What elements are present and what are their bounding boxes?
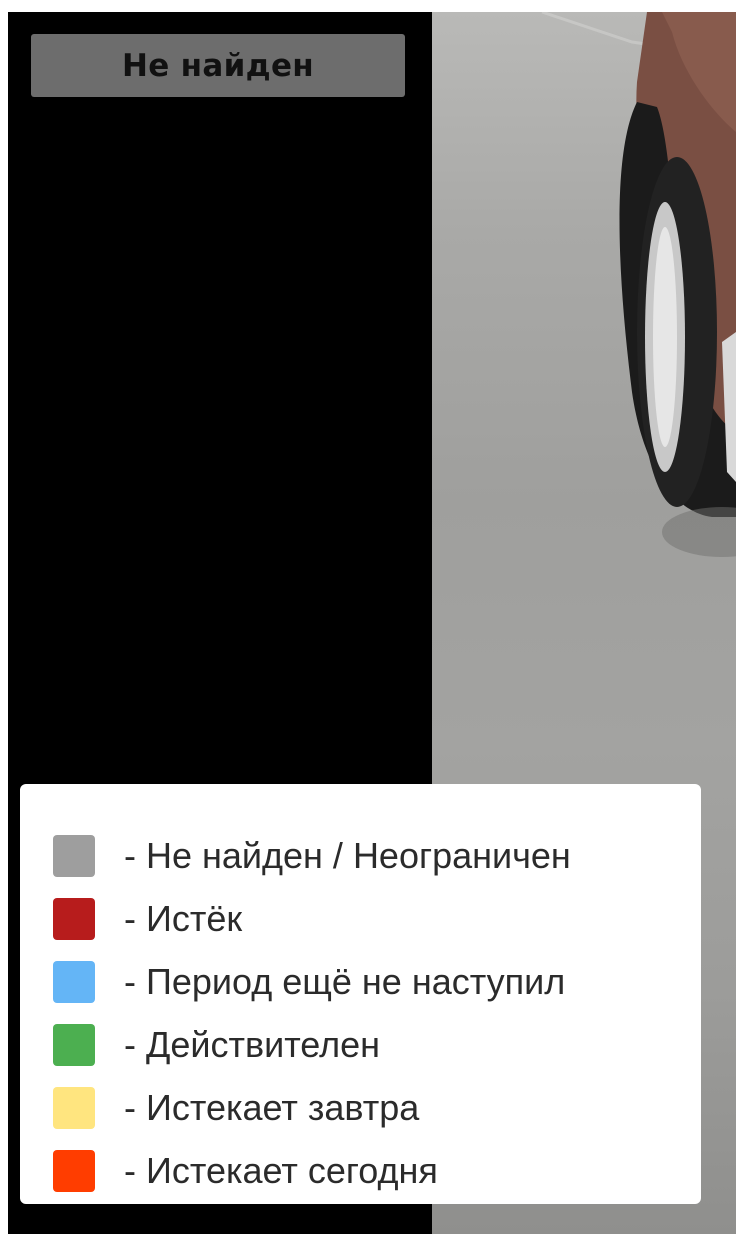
legend-label: - Период ещё не наступил	[124, 960, 566, 1002]
legend-item-not-found: - Не найден / Неограничен	[20, 824, 701, 887]
legend-label: - Истекает сегодня	[124, 1149, 438, 1191]
legend-swatch-green	[53, 1023, 95, 1066]
legend-swatch-blue	[53, 960, 95, 1003]
status-badge: Не найден	[31, 34, 405, 97]
status-legend: - Не найден / Неограничен - Истёк - Пери…	[20, 784, 701, 1204]
legend-label: - Истёк	[124, 897, 243, 939]
legend-item-expires-tomorrow: - Истекает завтра	[20, 1076, 701, 1139]
legend-label: - Истекает завтра	[124, 1086, 420, 1128]
legend-swatch-yellow	[53, 1086, 95, 1129]
legend-item-expires-today: - Истекает сегодня	[20, 1139, 701, 1202]
legend-swatch-red	[53, 897, 95, 940]
legend-label: - Не найден / Неограничен	[124, 834, 571, 876]
legend-label: - Действителен	[124, 1023, 381, 1065]
window: Не найден - Не найден / Неограничен - Ис…	[0, 0, 736, 1234]
legend-item-valid: - Действителен	[20, 1013, 701, 1076]
legend-swatch-orange	[53, 1149, 95, 1192]
legend-item-expired: - Истёк	[20, 887, 701, 950]
legend-item-not-started: - Период ещё не наступил	[20, 950, 701, 1013]
legend-swatch-gray	[53, 834, 95, 877]
